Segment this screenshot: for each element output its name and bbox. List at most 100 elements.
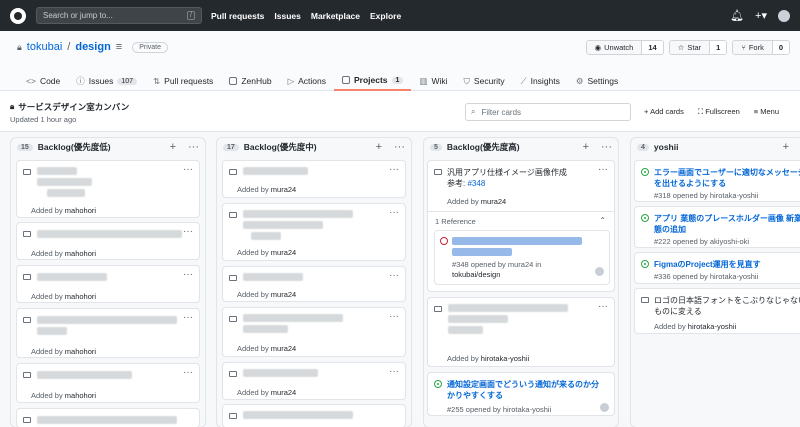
bell-icon[interactable]: 🔔︎	[730, 9, 744, 22]
plus-dropdown[interactable]: +▾	[755, 9, 767, 22]
nav-marketplace[interactable]: Marketplace	[311, 11, 360, 21]
tab-settings[interactable]: ⚙ Settings	[568, 71, 626, 91]
list-icon[interactable]: ≡	[116, 41, 122, 53]
user-link[interactable]: mahohori	[65, 391, 96, 400]
card-menu-icon[interactable]: ···	[183, 367, 193, 378]
issue-title-link[interactable]: FigmaのProject運用を見直す	[654, 259, 800, 270]
note-icon	[23, 274, 31, 280]
note-card[interactable]	[16, 408, 200, 427]
user-link[interactable]: mahohori	[65, 206, 96, 215]
user-link[interactable]: mahohori	[65, 347, 96, 356]
nav-pull-requests[interactable]: Pull requests	[211, 11, 264, 21]
tab-pull-requests[interactable]: ⇅ Pull requests	[145, 71, 221, 91]
note-icon	[23, 169, 31, 175]
issue-card[interactable]: エラー画面でユーザーに適切なメッセージを出せるようにする #318 opened…	[634, 160, 800, 202]
note-icon	[229, 169, 237, 175]
nav-issues[interactable]: Issues	[274, 11, 300, 21]
github-logo-icon[interactable]	[10, 7, 26, 24]
tab-projects[interactable]: Projects 1	[333, 71, 412, 91]
note-card-with-reference[interactable]: ··· 汎用アプリ仕様イメージ画像作成 参考: #348 Added by mu…	[427, 160, 615, 292]
tab-wiki[interactable]: ▥ Wiki	[411, 71, 455, 91]
note-card[interactable]: ··· Added by mahohori	[16, 160, 200, 218]
tab-label: Actions	[298, 76, 326, 86]
user-link[interactable]: mura24	[271, 248, 296, 257]
card-menu-icon[interactable]: ···	[183, 226, 193, 237]
user-link[interactable]: mura24	[271, 290, 296, 299]
reference-toggle[interactable]: 1 Reference	[435, 217, 476, 226]
search-input[interactable]: Search or jump to... /	[36, 7, 202, 24]
user-link[interactable]: hirotaka-yoshii	[688, 322, 736, 331]
nav-explore[interactable]: Explore	[370, 11, 401, 21]
fork-button[interactable]: ⑂ Fork 0	[732, 40, 790, 55]
card-added-by: Added by hirotaka-yoshii	[447, 354, 530, 363]
user-link[interactable]: mura24	[271, 388, 296, 397]
user-link[interactable]: mahohori	[65, 292, 96, 301]
add-cards-button[interactable]: + Add cards	[644, 107, 684, 117]
tab-insights[interactable]: ⟋ Insights	[513, 71, 568, 91]
note-card[interactable]: ··· Added by mura24	[222, 307, 406, 357]
card-menu-icon[interactable]: ···	[183, 312, 193, 323]
tab-actions[interactable]: ▷ Actions	[280, 71, 334, 91]
card-menu-icon[interactable]: ···	[598, 164, 608, 175]
card-menu-icon[interactable]: ···	[389, 366, 399, 377]
note-card[interactable]	[222, 404, 406, 427]
unwatch-button[interactable]: ◉ Unwatch 14	[585, 40, 664, 55]
chevron-up-icon[interactable]: ⌃	[599, 216, 606, 225]
add-card-icon[interactable]: +	[783, 141, 789, 153]
user-avatar[interactable]	[778, 9, 790, 22]
stars-count[interactable]: 1	[709, 41, 727, 54]
reference-repo-link[interactable]: tokubai/design	[452, 270, 500, 279]
watchers-count[interactable]: 14	[641, 41, 663, 54]
card-menu-icon[interactable]: ···	[183, 269, 193, 280]
project-header: 🔒︎ サービスデザイン室カンバン Updated 1 hour ago ⌕ Fi…	[0, 92, 800, 130]
user-link[interactable]: mura24	[271, 344, 296, 353]
note-card[interactable]: ··· Added by mura24	[222, 362, 406, 400]
issue-card[interactable]: FigmaのProject運用を見直す #336 opened by hirot…	[634, 252, 800, 284]
note-card[interactable]: ··· Added by mura24	[222, 266, 406, 302]
issue-card[interactable]: 通知設定画面でどういう通知が来るのか分かりやすくする #255 opened b…	[427, 372, 615, 416]
issue-title-link[interactable]: エラー画面でユーザーに適切なメッセージを出せるようにする	[654, 167, 800, 189]
user-link[interactable]: mura24	[271, 185, 296, 194]
note-card[interactable]: ··· Added by hirotaka-yoshii	[427, 297, 615, 367]
filter-cards-input[interactable]: ⌕ Filter cards	[465, 103, 631, 121]
note-card[interactable]: ··· Added by mura24	[222, 203, 406, 261]
column-title: yoshii	[653, 142, 679, 152]
note-card[interactable]: ··· Added by mura24	[222, 160, 406, 198]
tab-issues[interactable]: ⓘ Issues 107	[68, 71, 145, 91]
issue-title-link[interactable]: 通知設定画面でどういう通知が来るのか分かりやすくする	[447, 379, 602, 401]
card-menu-icon[interactable]: ···	[389, 270, 399, 281]
column-menu-icon[interactable]: ···	[601, 141, 612, 153]
note-card[interactable]: ··· Added by mahohori	[16, 222, 200, 260]
note-card[interactable]: ··· Added by mahohori	[16, 308, 200, 358]
issue-link[interactable]: #348	[467, 179, 485, 188]
menu-button[interactable]: ≡ Menu	[754, 107, 779, 117]
star-button[interactable]: ☆ Star 1	[668, 40, 728, 55]
column-menu-icon[interactable]: ···	[188, 141, 199, 153]
column-menu-icon[interactable]: ···	[394, 141, 405, 153]
note-card[interactable]: ··· Added by mahohori	[16, 265, 200, 303]
card-menu-icon[interactable]: ···	[389, 164, 399, 175]
user-link[interactable]: hirotaka-yoshii	[481, 354, 529, 363]
tab-zenhub[interactable]: ZenHub	[221, 71, 279, 91]
column-header: 4 yoshii +	[631, 138, 800, 156]
note-card[interactable]: ロゴの日本語フォントをこぶりなじゃないものに変える Added by hirot…	[634, 288, 800, 334]
note-card[interactable]: ··· Added by mahohori	[16, 363, 200, 403]
card-menu-icon[interactable]: ···	[389, 311, 399, 322]
repo-name-link[interactable]: design	[75, 41, 110, 53]
card-menu-icon[interactable]: ···	[389, 207, 399, 218]
forks-count[interactable]: 0	[771, 41, 789, 54]
add-card-icon[interactable]: +	[583, 141, 589, 153]
add-card-icon[interactable]: +	[170, 141, 176, 153]
add-card-icon[interactable]: +	[376, 141, 382, 153]
tab-security[interactable]: ⛉ Security	[456, 71, 513, 91]
user-link[interactable]: mura24	[481, 197, 506, 206]
issue-card[interactable]: アプリ 業態のプレースホルダー画像 新業態の追加 #222 opened by …	[634, 206, 800, 248]
card-menu-icon[interactable]: ···	[183, 164, 193, 175]
issue-title-link[interactable]: アプリ 業態のプレースホルダー画像 新業態の追加	[654, 213, 800, 235]
card-menu-icon[interactable]: ···	[598, 301, 608, 312]
user-link[interactable]: mahohori	[65, 249, 96, 258]
fullscreen-button[interactable]: ⛶ Fullscreen	[698, 107, 740, 117]
reference-card[interactable]: #348 opened by mura24 in tokubai/design	[434, 230, 610, 285]
repo-owner-link[interactable]: tokubai	[27, 41, 62, 53]
tab-code[interactable]: <> Code	[18, 71, 68, 91]
